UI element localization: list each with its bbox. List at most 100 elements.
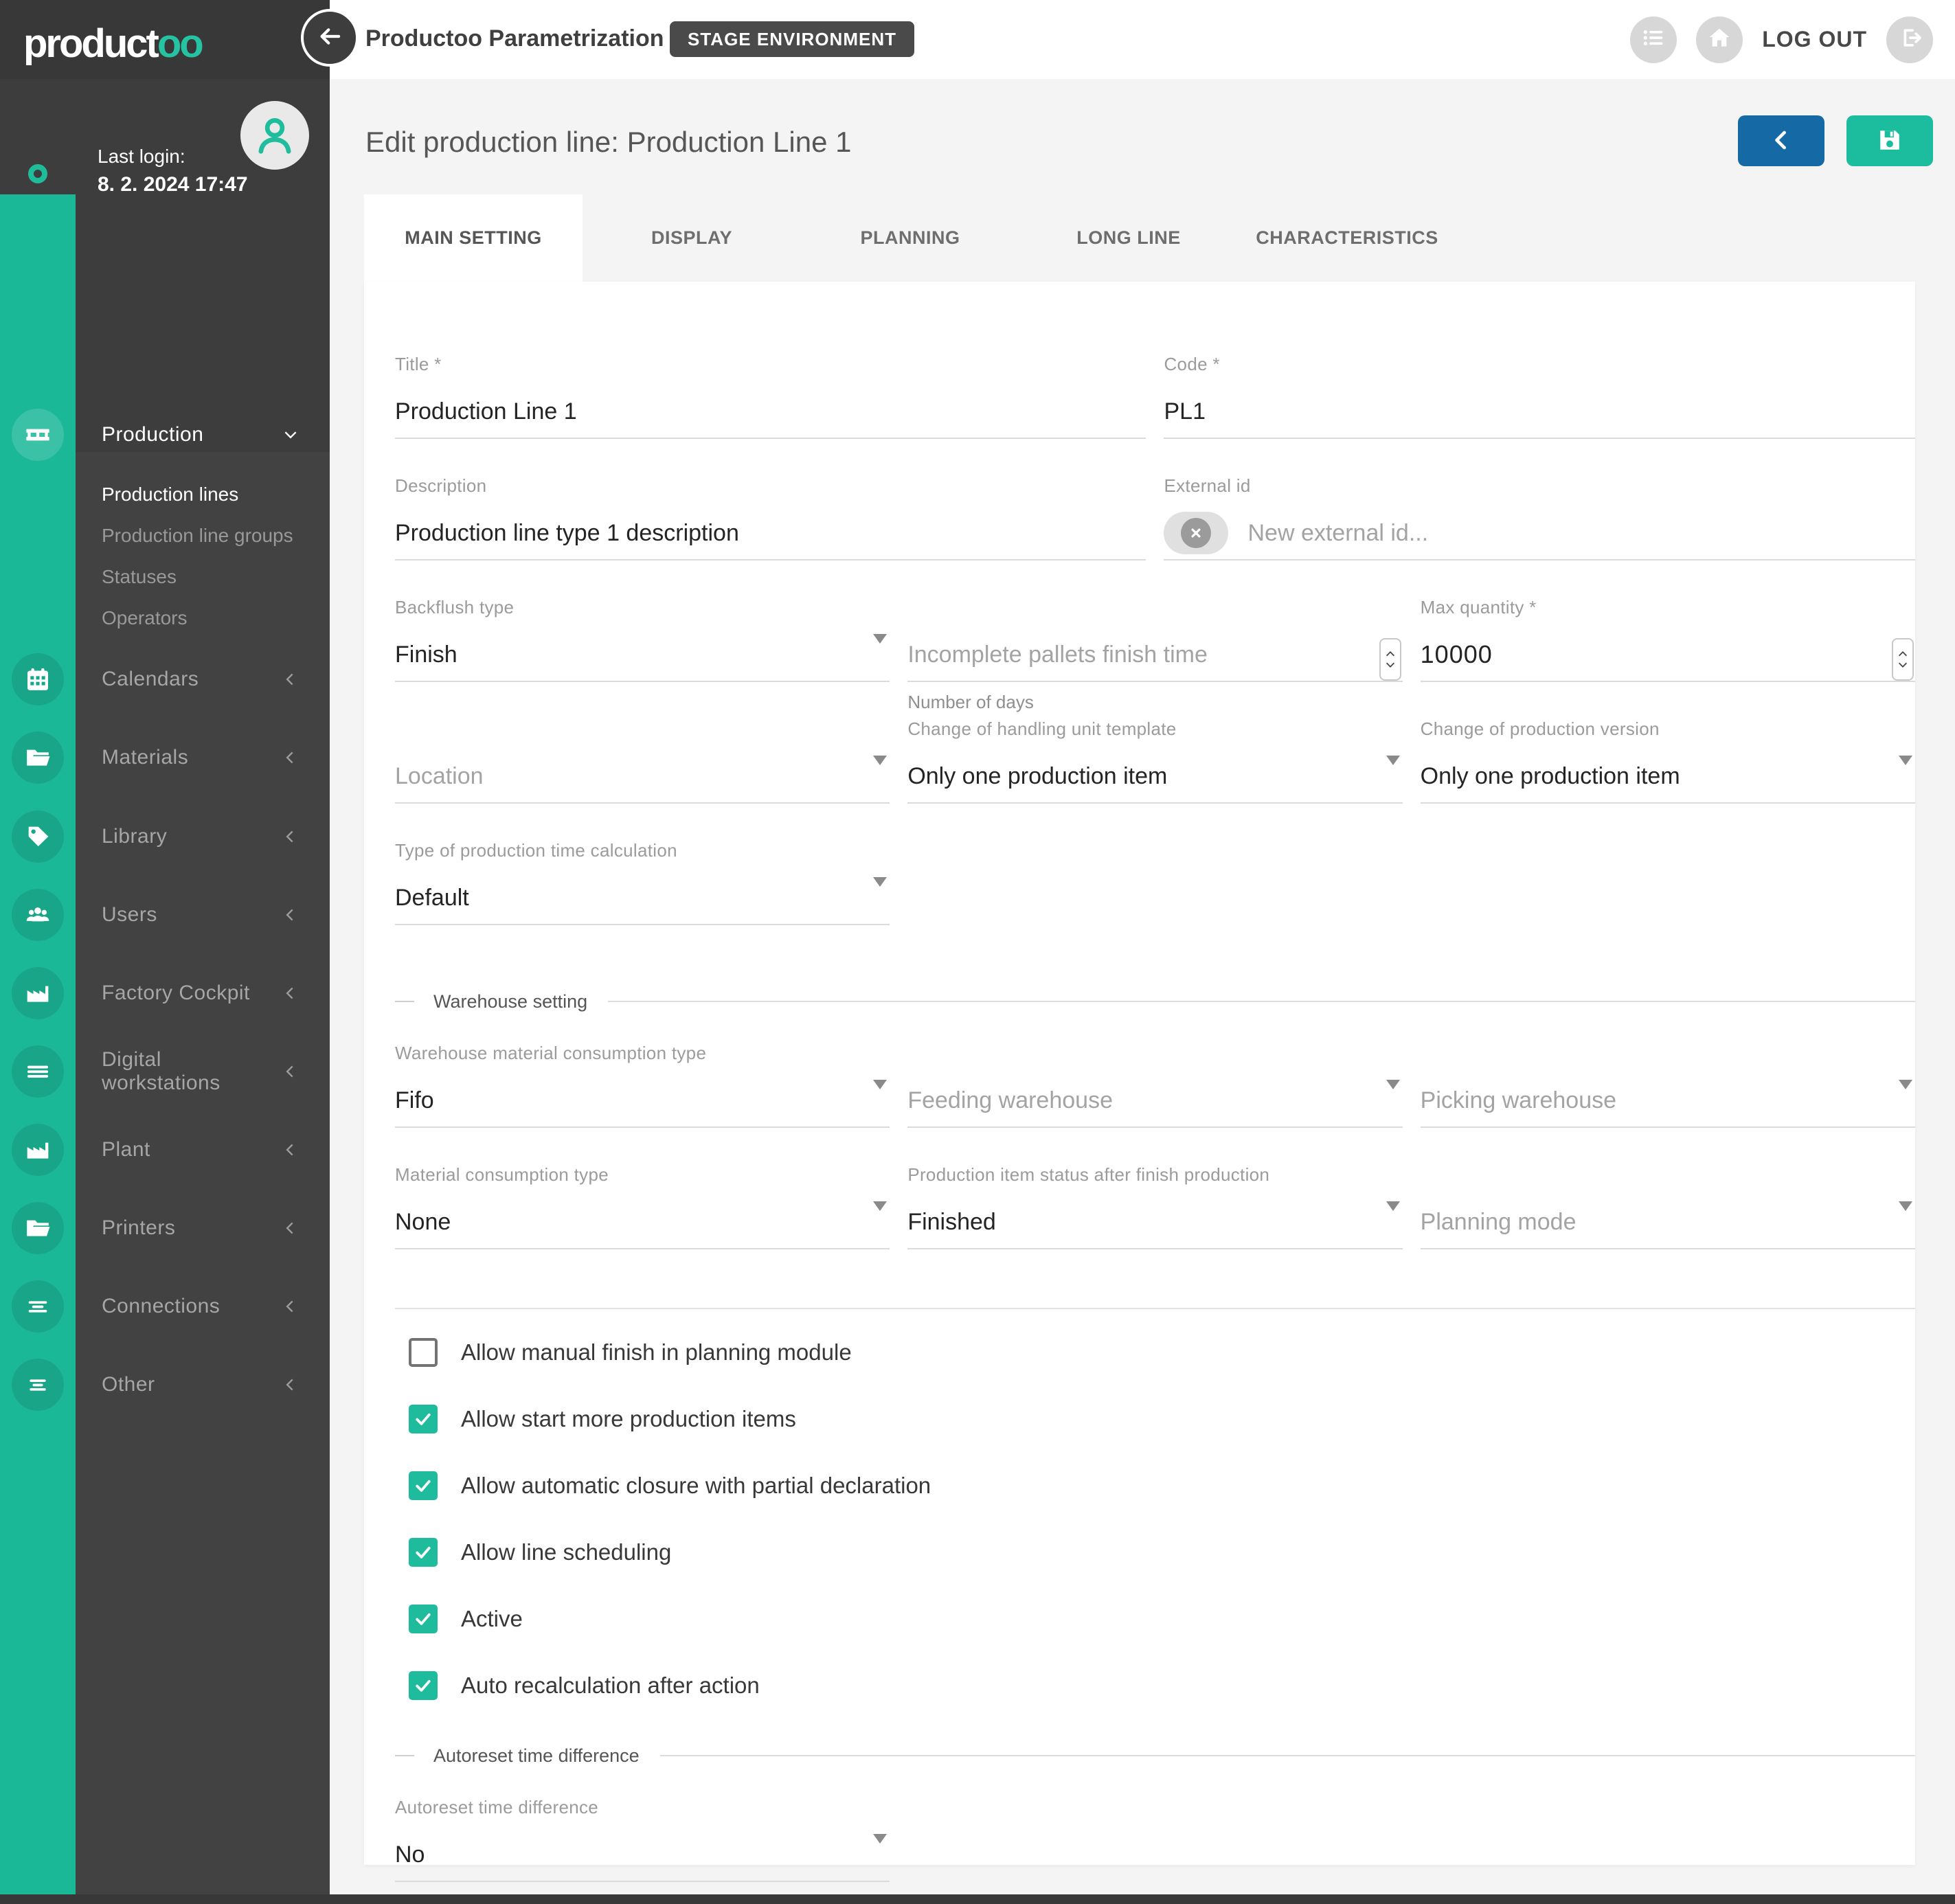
logout-label[interactable]: LOG OUT bbox=[1762, 27, 1867, 52]
caret-down-icon[interactable] bbox=[873, 1201, 887, 1211]
incomplete-pallets-input[interactable]: Incomplete pallets finish time bbox=[907, 628, 1402, 682]
warehouse-consumption-select[interactable]: Fifo bbox=[395, 1074, 890, 1128]
production-version-select[interactable]: Only one production item bbox=[1421, 750, 1915, 804]
checkbox-icon[interactable] bbox=[409, 1605, 438, 1633]
picking-warehouse-select[interactable]: Picking warehouse bbox=[1421, 1074, 1915, 1128]
max-quantity-input[interactable]: 10000 bbox=[1421, 628, 1915, 682]
checkbox-auto-recalculation[interactable]: Auto recalculation after action bbox=[409, 1671, 1915, 1700]
factory-icon bbox=[12, 967, 64, 1019]
field-picking-warehouse: Picking warehouse bbox=[1421, 1043, 1915, 1128]
tab-characteristics[interactable]: CHARACTERISTICS bbox=[1238, 194, 1456, 282]
sidebar-item-statuses[interactable]: Statuses bbox=[76, 556, 330, 598]
caret-down-icon[interactable] bbox=[873, 1080, 887, 1089]
checkbox-icon[interactable] bbox=[409, 1538, 438, 1567]
field-value: None bbox=[395, 1209, 451, 1236]
checkbox-icon[interactable] bbox=[409, 1471, 438, 1500]
checkbox-icon[interactable] bbox=[409, 1405, 438, 1433]
field-time-calculation: Type of production time calculation Defa… bbox=[395, 840, 890, 925]
caret-down-icon[interactable] bbox=[1386, 756, 1400, 765]
sidebar-item-production[interactable]: Production bbox=[0, 409, 330, 461]
sidebar-item-library[interactable]: Library bbox=[0, 811, 330, 863]
sidebar-item-calendars[interactable]: Calendars bbox=[0, 653, 330, 705]
sidebar-item-plant[interactable]: Plant bbox=[0, 1124, 330, 1176]
menu-list-button[interactable] bbox=[1630, 16, 1677, 63]
field-location: Location bbox=[395, 718, 890, 804]
caret-down-icon[interactable] bbox=[1899, 756, 1912, 765]
backflush-type-select[interactable]: Finish bbox=[395, 628, 890, 682]
caret-down-icon[interactable] bbox=[873, 877, 887, 887]
logo-text: product bbox=[23, 21, 157, 66]
time-calculation-select[interactable]: Default bbox=[395, 872, 890, 925]
item-status-select[interactable]: Finished bbox=[907, 1196, 1402, 1249]
field-label: Material consumption type bbox=[395, 1164, 890, 1196]
checkbox-active[interactable]: Active bbox=[409, 1605, 1915, 1633]
title-input[interactable]: Production Line 1 bbox=[395, 385, 1146, 439]
go-back-button[interactable] bbox=[1738, 115, 1824, 166]
caret-down-icon[interactable] bbox=[873, 756, 887, 765]
logo: productoo bbox=[23, 21, 202, 67]
checkbox-label: Active bbox=[461, 1606, 523, 1632]
home-button[interactable] bbox=[1696, 16, 1743, 63]
handling-unit-select[interactable]: Only one production item bbox=[907, 750, 1402, 804]
field-label: Autoreset time difference bbox=[395, 1797, 890, 1828]
field-value: Production Line 1 bbox=[395, 398, 577, 425]
caret-down-icon[interactable] bbox=[1899, 1080, 1912, 1089]
caret-down-icon[interactable] bbox=[1899, 1201, 1912, 1211]
description-input[interactable]: Production line type 1 description bbox=[395, 507, 1146, 560]
sidebar-item-users[interactable]: Users bbox=[0, 889, 330, 941]
field-label: Description bbox=[395, 475, 1146, 507]
field-placeholder: Feeding warehouse bbox=[907, 1087, 1113, 1114]
checkbox-allow-automatic-closure[interactable]: Allow automatic closure with partial dec… bbox=[409, 1471, 1915, 1500]
field-description: Description Production line type 1 descr… bbox=[395, 475, 1146, 560]
sidebar-item-other[interactable]: Other bbox=[0, 1359, 330, 1411]
sidebar-item-label: Calendars bbox=[76, 668, 282, 691]
save-button[interactable] bbox=[1846, 115, 1933, 166]
caret-down-icon[interactable] bbox=[873, 1834, 887, 1844]
sidebar-item-production-lines[interactable]: Production lines bbox=[76, 474, 330, 515]
back-button[interactable] bbox=[301, 9, 359, 67]
caret-down-icon[interactable] bbox=[873, 634, 887, 644]
submenu-label: Operators bbox=[76, 607, 188, 629]
feeding-warehouse-select[interactable]: Feeding warehouse bbox=[907, 1074, 1402, 1128]
tab-display[interactable]: DISPLAY bbox=[583, 194, 801, 282]
field-value: PL1 bbox=[1164, 398, 1206, 425]
caret-down-icon[interactable] bbox=[1386, 1201, 1400, 1211]
external-id-clear-button[interactable] bbox=[1164, 512, 1228, 554]
chevron-left-icon bbox=[1766, 125, 1796, 157]
checkbox-allow-start-more[interactable]: Allow start more production items bbox=[409, 1405, 1915, 1433]
section-title: Warehouse setting bbox=[433, 991, 587, 1012]
sidebar-item-connections[interactable]: Connections bbox=[0, 1280, 330, 1333]
sidebar-item-printers[interactable]: Printers bbox=[0, 1202, 330, 1254]
material-consumption-select[interactable]: None bbox=[395, 1196, 890, 1249]
lines-icon bbox=[12, 1359, 64, 1411]
bottom-bar bbox=[0, 1894, 1955, 1904]
checkbox-allow-manual-finish[interactable]: Allow manual finish in planning module bbox=[409, 1338, 1915, 1367]
tab-main-setting[interactable]: MAIN SETTING bbox=[364, 194, 583, 282]
autoreset-select[interactable]: No bbox=[395, 1828, 890, 1882]
planning-mode-select[interactable]: Planning mode bbox=[1421, 1196, 1915, 1249]
sidebar-item-operators[interactable]: Operators bbox=[76, 598, 330, 639]
sidebar-item-materials[interactable]: Materials bbox=[0, 732, 330, 784]
sidebar-item-digital-workstations[interactable]: Digital workstations bbox=[0, 1045, 330, 1098]
code-input[interactable]: PL1 bbox=[1164, 385, 1915, 439]
field-value: Only one production item bbox=[1421, 763, 1680, 790]
logout-button[interactable] bbox=[1886, 16, 1933, 63]
chevron-left-icon bbox=[282, 749, 300, 767]
location-select[interactable]: Location bbox=[395, 750, 890, 804]
checkbox-allow-line-scheduling[interactable]: Allow line scheduling bbox=[409, 1538, 1915, 1567]
field-placeholder: Incomplete pallets finish time bbox=[907, 642, 1208, 668]
sidebar-item-label: Other bbox=[76, 1373, 282, 1396]
caret-down-icon[interactable] bbox=[1386, 1080, 1400, 1089]
sidebar-item-factory-cockpit[interactable]: Factory Cockpit bbox=[0, 967, 330, 1019]
external-id-input[interactable]: New external id... bbox=[1164, 507, 1915, 560]
tab-long-line[interactable]: LONG LINE bbox=[1019, 194, 1238, 282]
person-icon bbox=[253, 113, 296, 159]
tab-planning[interactable]: PLANNING bbox=[801, 194, 1019, 282]
checkbox-icon[interactable] bbox=[409, 1671, 438, 1700]
checkbox-icon[interactable] bbox=[409, 1338, 438, 1367]
number-stepper[interactable] bbox=[1892, 638, 1914, 681]
avatar[interactable] bbox=[240, 101, 309, 170]
chevron-left-icon bbox=[282, 1297, 300, 1315]
sidebar-item-production-line-groups[interactable]: Production line groups bbox=[76, 515, 330, 556]
number-stepper[interactable] bbox=[1379, 638, 1401, 681]
